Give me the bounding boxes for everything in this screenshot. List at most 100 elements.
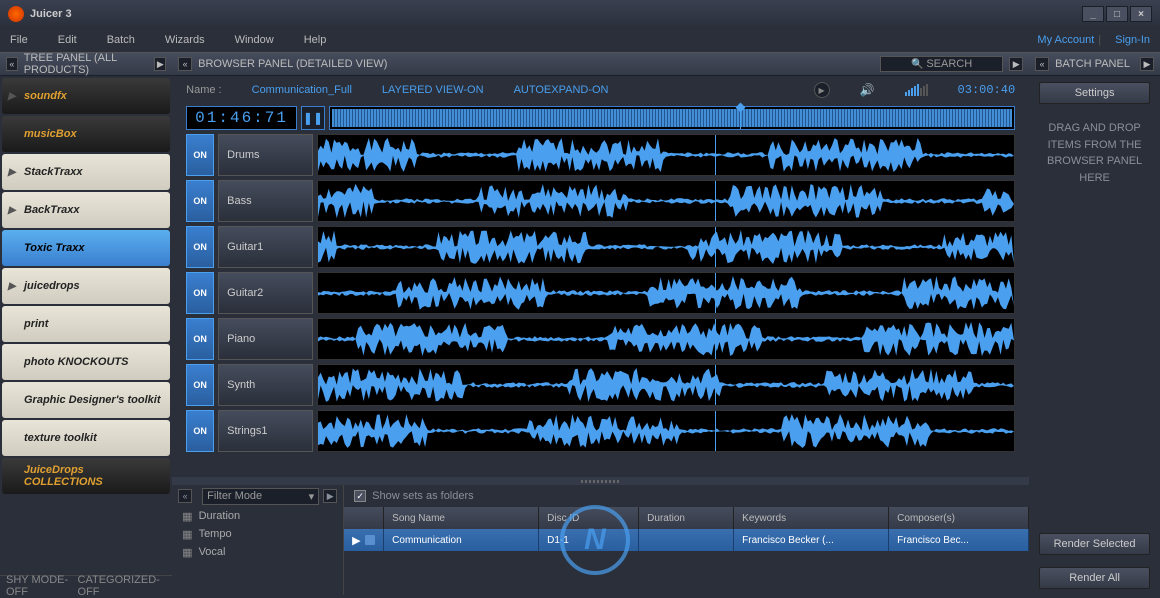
- menu-file[interactable]: File: [10, 34, 28, 46]
- product-item-9[interactable]: texture toolkit: [2, 420, 170, 456]
- search-input[interactable]: 🔍 SEARCH: [880, 56, 1003, 72]
- product-item-3[interactable]: ▶BackTraxx: [2, 192, 170, 228]
- track-waveform[interactable]: [317, 410, 1015, 452]
- show-sets-checkbox[interactable]: ✓: [354, 490, 366, 502]
- tree-panel-arrow-icon[interactable]: ▶: [154, 57, 166, 71]
- settings-button[interactable]: Settings: [1039, 82, 1150, 104]
- overview-waveform[interactable]: [329, 106, 1015, 130]
- product-item-4[interactable]: Toxic Traxx: [2, 230, 170, 266]
- chevron-right-icon: ▶: [8, 281, 18, 292]
- product-label: Graphic Designer's toolkit: [24, 394, 160, 406]
- volume-slider[interactable]: [905, 84, 928, 96]
- track-waveform[interactable]: [317, 318, 1015, 360]
- collapse-icon[interactable]: «: [6, 57, 18, 71]
- track-name[interactable]: Communication_Full: [252, 84, 352, 96]
- product-item-1[interactable]: musicBox: [2, 116, 170, 152]
- cell-kw: Francisco Becker (...: [734, 529, 889, 551]
- my-account-link[interactable]: My Account: [1037, 34, 1094, 46]
- track-playhead: [715, 135, 716, 175]
- play-icon[interactable]: ▶: [814, 82, 830, 98]
- col-song-name[interactable]: Song Name: [384, 507, 539, 529]
- product-item-0[interactable]: ▶soundfx: [2, 78, 170, 114]
- track-row: ONGuitar1: [186, 226, 1015, 268]
- col-keywords[interactable]: Keywords: [734, 507, 889, 529]
- menubar: File Edit Batch Wizards Window Help My A…: [0, 28, 1160, 52]
- filter-item-vocal[interactable]: ▦Vocal: [172, 543, 343, 561]
- browser-collapse-icon[interactable]: «: [178, 57, 192, 71]
- close-button[interactable]: ×: [1130, 6, 1152, 22]
- track-on-button[interactable]: ON: [186, 364, 214, 406]
- filter-mode-select[interactable]: Filter Mode▾: [202, 488, 319, 505]
- sign-in-link[interactable]: Sign-In: [1115, 34, 1150, 46]
- product-item-6[interactable]: print: [2, 306, 170, 342]
- cell-dur: [639, 529, 734, 551]
- product-item-10[interactable]: JuiceDrops COLLECTIONS: [2, 458, 170, 494]
- product-label: print: [24, 318, 48, 330]
- timecode-display: 01:46:71: [186, 106, 297, 130]
- col-duration[interactable]: Duration: [639, 507, 734, 529]
- track-on-button[interactable]: ON: [186, 318, 214, 360]
- name-label: Name :: [186, 84, 221, 96]
- cell-comp: Francisco Bec...: [889, 529, 1029, 551]
- track-waveform[interactable]: [317, 134, 1015, 176]
- volume-icon[interactable]: 🔊: [860, 83, 875, 97]
- track-on-button[interactable]: ON: [186, 272, 214, 314]
- track-on-button[interactable]: ON: [186, 410, 214, 452]
- product-item-2[interactable]: ▶ StackTraxx: [2, 154, 170, 190]
- track-on-button[interactable]: ON: [186, 226, 214, 268]
- track-waveform[interactable]: [317, 226, 1015, 268]
- maximize-button[interactable]: □: [1106, 6, 1128, 22]
- tree-panel-title: TREE PANEL (ALL PRODUCTS): [24, 52, 155, 76]
- track-on-button[interactable]: ON: [186, 180, 214, 222]
- track-label: Piano: [218, 318, 313, 360]
- browser-panel-arrow-icon[interactable]: ▶: [1009, 57, 1023, 71]
- minimize-button[interactable]: _: [1082, 6, 1104, 22]
- product-label: soundfx: [24, 90, 67, 102]
- duration-display: 03:00:40: [958, 83, 1016, 97]
- menu-wizards[interactable]: Wizards: [165, 34, 205, 46]
- browser-panel-title: BROWSER PANEL (DETAILED VIEW): [198, 58, 387, 70]
- plus-icon: ▦: [182, 510, 192, 523]
- drop-zone-message: DRAG AND DROP ITEMS FROM THE BROWSER PAN…: [1029, 110, 1160, 196]
- col-composers[interactable]: Composer(s): [889, 507, 1029, 529]
- track-row: ONPiano: [186, 318, 1015, 360]
- pause-button[interactable]: ❚❚: [301, 106, 325, 130]
- track-on-button[interactable]: ON: [186, 134, 214, 176]
- chevron-right-icon: ▶: [8, 167, 18, 178]
- track-waveform[interactable]: [317, 364, 1015, 406]
- shy-mode-toggle[interactable]: SHY MODE-OFF: [6, 574, 78, 598]
- product-label: photo KNOCKOUTS: [24, 356, 128, 368]
- layered-view-toggle[interactable]: LAYERED VIEW-ON: [382, 84, 484, 96]
- app-logo-icon: [8, 6, 24, 22]
- product-label: StackTraxx: [24, 166, 83, 178]
- menu-help[interactable]: Help: [304, 34, 327, 46]
- expand-icon[interactable]: ▶: [352, 534, 360, 547]
- autoexpand-toggle[interactable]: AUTOEXPAND-ON: [514, 84, 609, 96]
- track-waveform[interactable]: [317, 272, 1015, 314]
- track-playhead: [715, 411, 716, 451]
- filter-collapse-icon[interactable]: «: [178, 489, 192, 503]
- product-item-7[interactable]: photo KNOCKOUTS: [2, 344, 170, 380]
- menu-batch[interactable]: Batch: [107, 34, 135, 46]
- render-selected-button[interactable]: Render Selected: [1039, 533, 1150, 555]
- track-waveform[interactable]: [317, 180, 1015, 222]
- split-drag-handle[interactable]: [172, 477, 1029, 485]
- render-all-button[interactable]: Render All: [1039, 567, 1150, 589]
- filter-arrow-icon[interactable]: ▶: [323, 489, 337, 503]
- track-playhead: [715, 319, 716, 359]
- categorized-toggle[interactable]: CATEGORIZED-OFF: [78, 574, 167, 598]
- filter-item-duration[interactable]: ▦Duration: [172, 507, 343, 525]
- batch-arrow-icon[interactable]: ▶: [1140, 57, 1154, 71]
- batch-collapse-icon[interactable]: «: [1035, 57, 1049, 71]
- filter-item-tempo[interactable]: ▦Tempo: [172, 525, 343, 543]
- menu-window[interactable]: Window: [235, 34, 274, 46]
- track-label: Strings1: [218, 410, 313, 452]
- table-row[interactable]: ▶ Communication D1-1 Francisco Becker (.…: [344, 529, 1029, 551]
- product-label: juicedrops: [24, 280, 80, 292]
- playhead-icon[interactable]: [740, 107, 741, 129]
- product-item-5[interactable]: ▶ juicedrops: [2, 268, 170, 304]
- app-title: Juicer 3: [30, 8, 72, 20]
- product-item-8[interactable]: Graphic Designer's toolkit: [2, 382, 170, 418]
- menu-edit[interactable]: Edit: [58, 34, 77, 46]
- product-label: texture toolkit: [24, 432, 97, 444]
